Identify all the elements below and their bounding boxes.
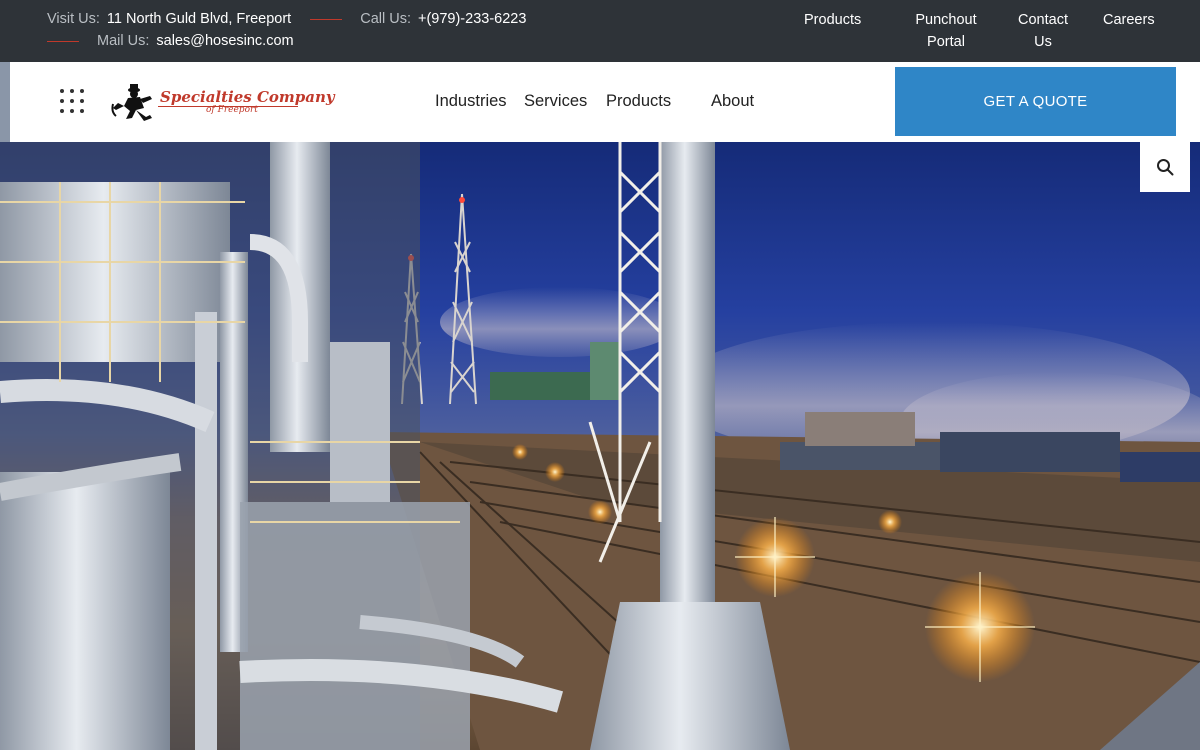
company-logo[interactable]: Specialties Company of Freeport — [110, 84, 335, 124]
top-info-bar: Visit Us: 11 North Guld Blvd, Freeport C… — [0, 0, 1200, 62]
nav-products[interactable]: Products — [606, 92, 671, 111]
top-link-punchout-portal[interactable]: Punchout Portal — [912, 9, 980, 53]
logo-subtitle: of Freeport — [206, 105, 258, 115]
nav-industries[interactable]: Industries — [435, 92, 507, 111]
separator-dash — [310, 18, 343, 20]
punchout-line-1: Punchout — [915, 12, 977, 28]
get-a-quote-button[interactable]: GET A QUOTE — [895, 67, 1176, 136]
search-button[interactable] — [1140, 142, 1190, 192]
separator-dash — [47, 40, 79, 42]
mail-label: Mail Us: — [97, 33, 150, 49]
punchout-line-2: Portal — [927, 34, 965, 50]
phone-link[interactable]: +(979)-233-6223 — [418, 11, 526, 27]
contact-line-1: Contact — [1018, 12, 1068, 28]
logo-title: Specialties Company — [160, 88, 335, 106]
email-link[interactable]: sales@hosesinc.com — [156, 33, 293, 49]
running-man-logo-icon — [111, 84, 152, 121]
nav-services[interactable]: Services — [524, 92, 587, 111]
contact-line-2: Us — [1034, 34, 1052, 50]
apps-grid-icon[interactable] — [60, 89, 84, 113]
left-edge-strip — [0, 62, 10, 142]
main-navigation: Specialties Company of Freeport Industri… — [10, 62, 1200, 142]
search-icon — [1157, 159, 1174, 176]
contact-row-1: Visit Us: 11 North Guld Blvd, Freeport C… — [47, 11, 526, 27]
visit-address: 11 North Guld Blvd, Freeport — [106, 11, 292, 27]
refinery-illustration — [0, 142, 1200, 750]
top-link-products[interactable]: Products — [804, 9, 861, 31]
contact-row-2: Mail Us: sales@hosesinc.com — [47, 33, 294, 49]
hero-refinery-image — [0, 142, 1200, 750]
visit-label: Visit Us: — [47, 11, 100, 27]
call-label: Call Us: — [360, 11, 411, 27]
top-link-careers[interactable]: Careers — [1103, 9, 1155, 31]
top-link-contact-us[interactable]: Contact Us — [1016, 9, 1070, 53]
nav-about[interactable]: About — [711, 92, 754, 111]
